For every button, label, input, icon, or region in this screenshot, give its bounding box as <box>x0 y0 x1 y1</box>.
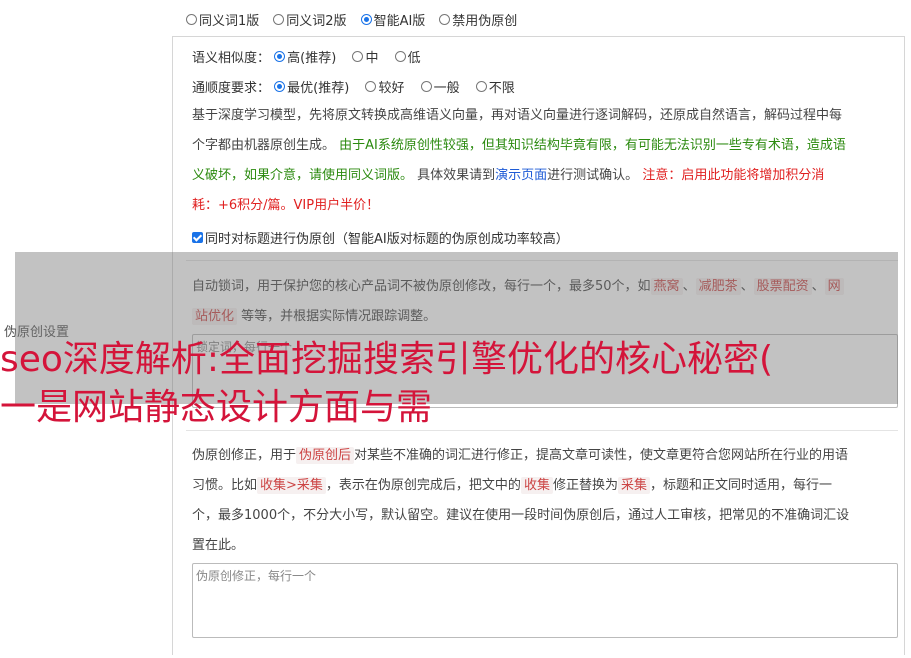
article-headline: seo深度解析:全面挖掘搜索引擎优化的核心秘密( 一是网站静态设计方面与需 <box>0 339 774 428</box>
radio-selected-icon[interactable] <box>274 81 286 92</box>
fluency-any[interactable]: 不限 <box>475 77 515 96</box>
fluency-best[interactable]: 最优(推荐) <box>274 77 349 96</box>
radio-icon[interactable] <box>365 81 377 92</box>
radio-icon[interactable] <box>475 81 487 92</box>
example-tag: 收集>采集 <box>257 477 326 494</box>
mode-radio-group: 同义词1版 同义词2版 智能AI版 禁用伪原创 <box>186 10 531 29</box>
radio-icon[interactable] <box>352 51 364 62</box>
example-tag: 伪原创后 <box>296 447 355 464</box>
correction-description: 伪原创修正，用于 伪原创后 对某些不准确的词汇进行修正，提高文章可读性，使文章更符合… <box>192 447 850 553</box>
radio-icon[interactable] <box>394 51 406 62</box>
checkbox-checked-icon[interactable] <box>192 232 203 243</box>
mode-option-ai[interactable]: 智能AI版 <box>360 10 425 29</box>
fluency-label: 通顺度要求： <box>192 81 271 96</box>
demo-page-link[interactable]: 演示页面 <box>495 168 547 183</box>
correction-textarea[interactable]: 伪原创修正，每行一个 <box>192 563 898 638</box>
radio-icon[interactable] <box>439 14 451 25</box>
title-rewrite-checkbox[interactable]: 同时对标题进行伪原创（智能AI版对标题的伪原创成功率较高） <box>192 228 569 247</box>
similarity-row: 语义相似度： 高(推荐) 中 低 <box>192 47 433 66</box>
ai-warning-text: 由于AI系统原创性较强，但其知识结构毕竟有限，有可能无法识别一些专有术语，造成语 <box>339 138 846 153</box>
points-notice: 注意：启用此功能将增加积分消 <box>642 168 825 183</box>
radio-icon[interactable] <box>273 14 285 25</box>
radio-selected-icon[interactable] <box>274 51 286 62</box>
similarity-high[interactable]: 高(推荐) <box>274 47 336 66</box>
example-tag: 采集 <box>617 477 650 494</box>
ai-description: 基于深度学习模型，先将原文转换成高维语义向量，再对语义向量进行逐词解码，还原成自… <box>192 108 846 213</box>
fluency-good[interactable]: 较好 <box>365 77 404 96</box>
example-tag: 收集 <box>520 477 553 494</box>
fluency-row: 通顺度要求： 最优(推荐) 较好 一般 不限 <box>192 77 527 96</box>
similarity-medium[interactable]: 中 <box>352 47 378 66</box>
mode-option-synonym1[interactable]: 同义词1版 <box>186 10 259 29</box>
mode-option-synonym2[interactable]: 同义词2版 <box>273 10 347 29</box>
radio-icon[interactable] <box>420 81 432 92</box>
radio-icon[interactable] <box>186 14 197 25</box>
similarity-low[interactable]: 低 <box>394 47 421 66</box>
mode-option-disable[interactable]: 禁用伪原创 <box>439 10 517 29</box>
similarity-label: 语义相似度： <box>192 51 271 66</box>
fluency-normal[interactable]: 一般 <box>420 77 460 96</box>
radio-selected-icon[interactable] <box>360 14 372 25</box>
